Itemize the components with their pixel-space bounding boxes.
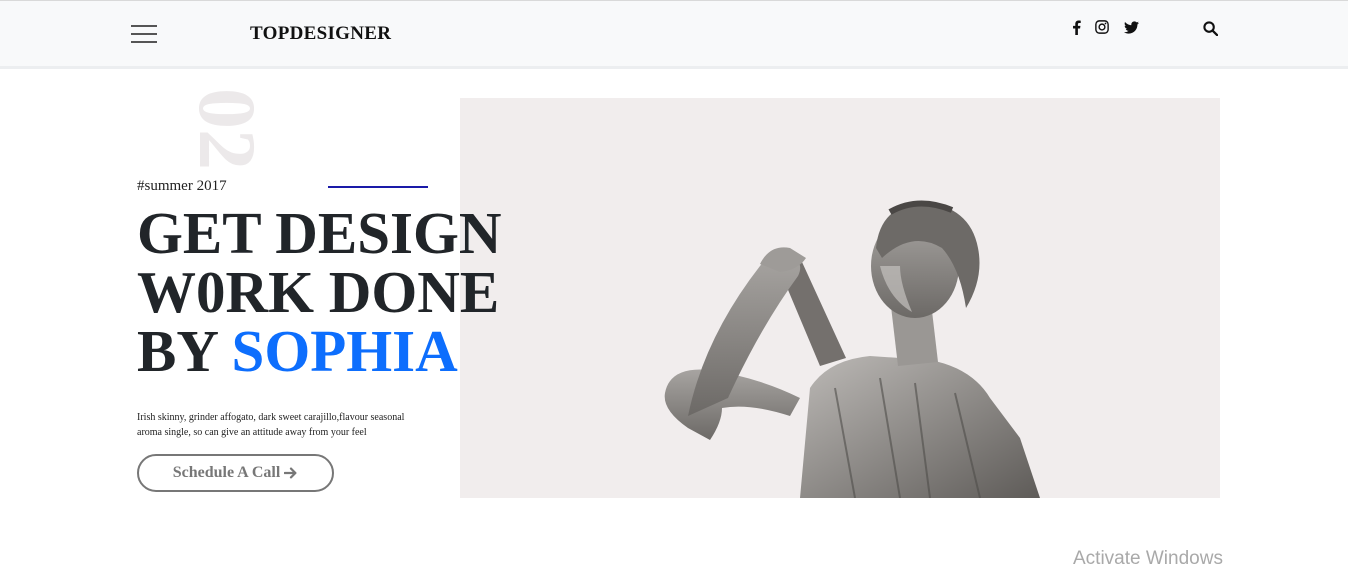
- instagram-icon[interactable]: [1093, 18, 1111, 36]
- brand-logo[interactable]: TOPDESIGNER: [250, 23, 391, 45]
- twitter-icon[interactable]: [1122, 18, 1140, 36]
- headline-line-3: BY SOPHIA: [137, 322, 502, 381]
- hero-headline: GET DESIGN W0RK DONE BY SOPHIA: [137, 204, 502, 381]
- accent-line: [328, 186, 428, 188]
- navbar: TOPDESIGNER: [0, 1, 1348, 69]
- headline-line-1: GET DESIGN: [137, 200, 502, 266]
- schedule-call-button[interactable]: Schedule A Call: [137, 454, 334, 492]
- headline-line-2: W0RK DONE: [137, 259, 500, 325]
- hamburger-menu-icon[interactable]: [131, 25, 157, 45]
- headline-accent-name: SOPHIA: [231, 318, 458, 384]
- headline-by: BY: [137, 318, 232, 384]
- activate-windows-watermark: Activate Windows: [1073, 548, 1223, 569]
- search-icon[interactable]: [1200, 18, 1220, 38]
- slide-number: 02: [182, 88, 273, 170]
- arrow-right-icon: [284, 467, 297, 479]
- hero-description: Irish skinny, grinder affogato, dark swe…: [137, 412, 405, 438]
- facebook-icon[interactable]: [1067, 18, 1085, 36]
- hero-tag: #summer 2017: [137, 178, 227, 194]
- schedule-call-label: Schedule A Call: [172, 464, 281, 481]
- hero-statue-image: [460, 98, 1220, 498]
